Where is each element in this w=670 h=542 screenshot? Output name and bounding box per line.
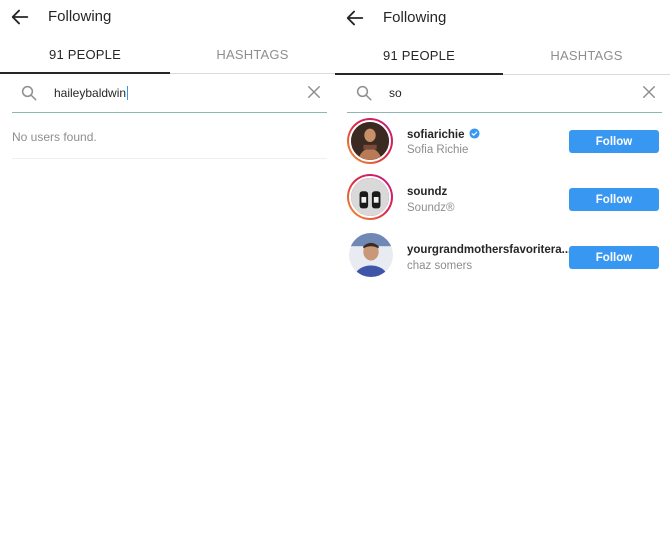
back-arrow-icon[interactable]: [344, 7, 366, 29]
search-field[interactable]: haileybaldwin: [12, 80, 327, 113]
clear-icon[interactable]: [642, 85, 656, 99]
divider: [12, 158, 327, 159]
header: Following: [335, 0, 670, 34]
search-icon: [356, 85, 372, 101]
avatar[interactable]: [347, 118, 393, 164]
tab-bar: 91 PEOPLE HASHTAGS: [0, 42, 335, 74]
full-name: chaz somers: [407, 260, 473, 272]
avatar-image: [349, 233, 393, 277]
full-name: Sofia Richie: [407, 144, 469, 156]
tab-hashtags[interactable]: HASHTAGS: [170, 42, 335, 74]
search-input[interactable]: haileybaldwin: [54, 86, 129, 100]
list-item[interactable]: yourgrandmothersfavoritera... chaz somer…: [335, 230, 670, 284]
avatar-image: [349, 176, 391, 218]
list-item[interactable]: sofiarichie Sofia Richie Follow: [335, 116, 670, 170]
username[interactable]: soundz: [407, 186, 447, 198]
clear-icon[interactable]: [307, 85, 321, 99]
avatar[interactable]: [347, 174, 393, 220]
tab-hashtags[interactable]: HASHTAGS: [503, 43, 670, 75]
following-screen-results: Following 91 PEOPLE HASHTAGS so sofiaric…: [335, 0, 670, 542]
follow-button[interactable]: Follow: [569, 246, 659, 269]
list-item[interactable]: soundz Soundz® Follow: [335, 172, 670, 226]
search-field[interactable]: so: [347, 80, 662, 113]
tab-bar: 91 PEOPLE HASHTAGS: [335, 43, 670, 75]
avatar-image: [349, 120, 391, 162]
page-title: Following: [383, 9, 447, 26]
full-name: Soundz®: [407, 202, 455, 214]
back-arrow-icon[interactable]: [9, 6, 31, 28]
active-tab-indicator: [335, 73, 503, 75]
username[interactable]: sofiarichie: [407, 128, 480, 141]
search-icon: [21, 85, 37, 101]
following-screen-no-results: Following 91 PEOPLE HASHTAGS haileybaldw…: [0, 0, 335, 542]
page-title: Following: [48, 8, 112, 25]
follow-button[interactable]: Follow: [569, 188, 659, 211]
tab-people[interactable]: 91 PEOPLE: [335, 43, 503, 75]
no-results-message: No users found.: [12, 130, 97, 144]
follow-button[interactable]: Follow: [569, 130, 659, 153]
text-cursor: [127, 86, 129, 100]
verified-badge-icon: [468, 128, 480, 139]
active-tab-indicator: [0, 72, 170, 74]
avatar[interactable]: [349, 233, 393, 277]
header: Following: [0, 0, 335, 34]
tab-people[interactable]: 91 PEOPLE: [0, 42, 170, 74]
search-input[interactable]: so: [389, 86, 402, 100]
username[interactable]: yourgrandmothersfavoritera...: [407, 244, 571, 256]
